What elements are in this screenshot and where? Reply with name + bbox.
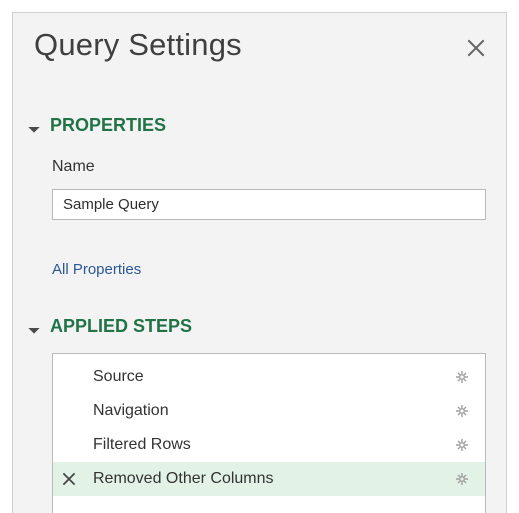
- step-label: Navigation: [93, 402, 169, 419]
- close-button[interactable]: [459, 31, 493, 65]
- gear-icon[interactable]: [454, 471, 470, 487]
- query-settings-window: Query Settings PROPERTIES Name All Prope…: [0, 0, 519, 513]
- applied-step-navigation[interactable]: Navigation: [53, 394, 485, 428]
- gear-icon[interactable]: [454, 403, 470, 419]
- applied-steps-section-heading[interactable]: APPLIED STEPS: [28, 316, 193, 337]
- step-label: Filtered Rows: [93, 436, 191, 453]
- applied-step-removed-other-columns[interactable]: Removed Other Columns: [53, 462, 485, 496]
- gear-icon[interactable]: [454, 437, 470, 453]
- collapse-triangle-icon: [28, 120, 40, 133]
- all-properties-link[interactable]: All Properties: [52, 261, 141, 278]
- query-settings-panel: Query Settings PROPERTIES Name All Prope…: [12, 12, 507, 513]
- name-label: Name: [52, 158, 95, 175]
- step-label: Source: [93, 368, 144, 385]
- applied-steps-heading-label: APPLIED STEPS: [50, 316, 193, 336]
- close-icon: [467, 39, 485, 57]
- collapse-triangle-icon: [28, 321, 40, 334]
- applied-step-filtered-rows[interactable]: Filtered Rows: [53, 428, 485, 462]
- delete-step-icon[interactable]: [61, 471, 77, 487]
- applied-steps-list: Source Navigation Filtered Rows Removed …: [52, 353, 486, 513]
- gear-icon[interactable]: [454, 369, 470, 385]
- query-name-input[interactable]: [52, 189, 486, 220]
- panel-title: Query Settings: [34, 27, 242, 62]
- properties-heading-label: PROPERTIES: [50, 115, 167, 135]
- properties-section-heading[interactable]: PROPERTIES: [28, 115, 167, 136]
- step-label: Removed Other Columns: [93, 470, 274, 487]
- applied-step-source[interactable]: Source: [53, 360, 485, 394]
